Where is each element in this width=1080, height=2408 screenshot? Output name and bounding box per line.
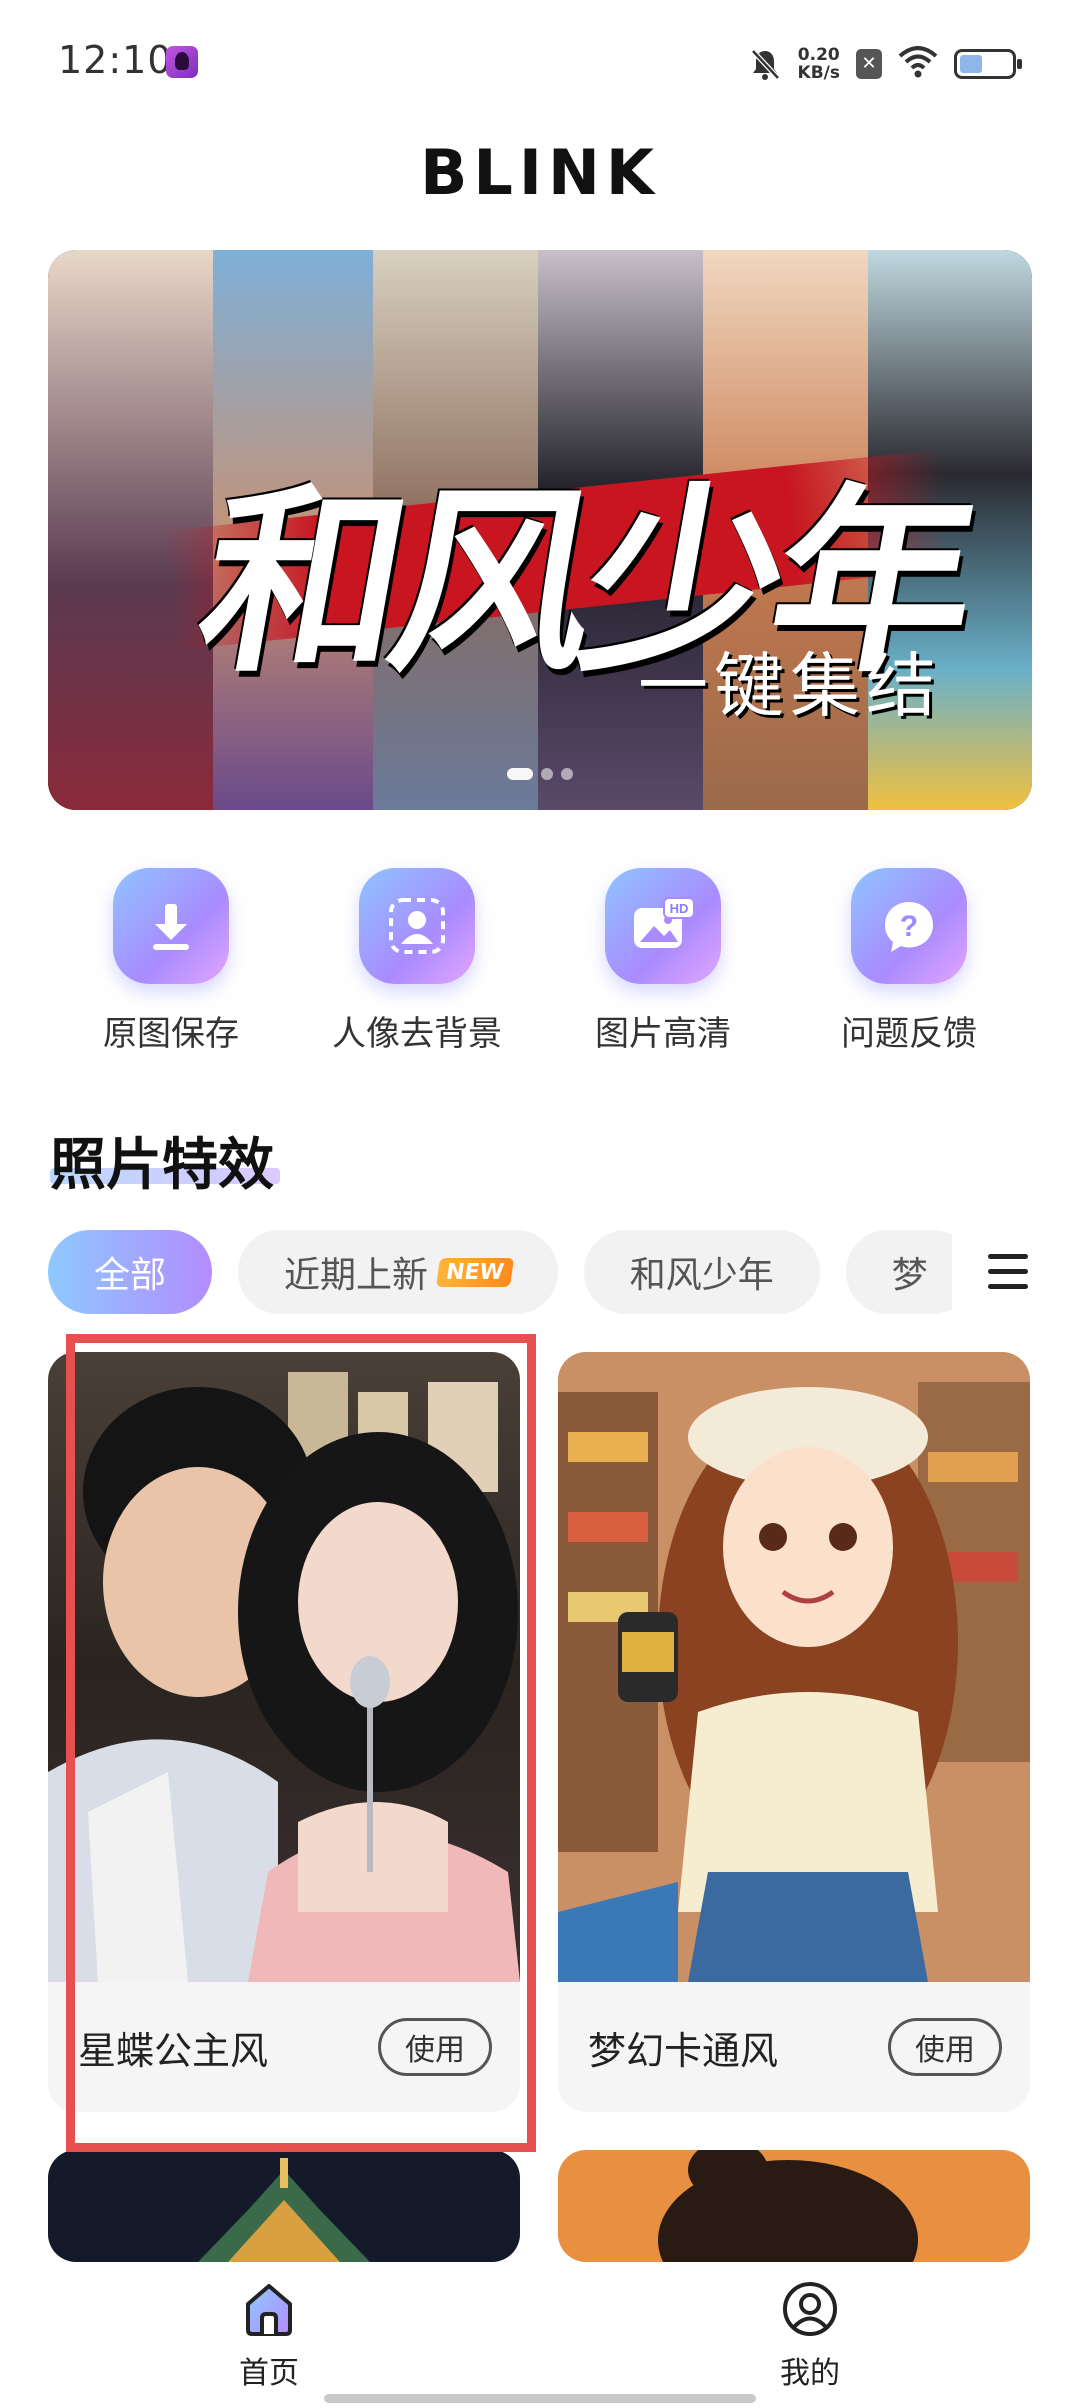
filter-tab-label: 全部 — [94, 1255, 167, 1296]
status-time: 12:10 — [58, 38, 173, 82]
filter-tab-label: 近期上新 — [284, 1255, 429, 1296]
effect-card-title: 梦幻卡通风 — [588, 2028, 779, 2073]
home-indicator[interactable] — [324, 2394, 756, 2403]
banner-dot — [541, 768, 553, 780]
use-button[interactable]: 使用 — [888, 2018, 1002, 2076]
banner-dot — [507, 768, 533, 780]
network-speed-value: 0.20 — [797, 45, 840, 65]
effect-card-footer: 梦幻卡通风 使用 — [558, 1982, 1030, 2112]
effect-preview-image — [558, 1352, 1030, 1982]
bell-muted-icon — [748, 47, 782, 81]
filter-tab-recent[interactable]: 近期上新 NEW — [238, 1230, 558, 1314]
filter-tab-label: 和风少年 — [629, 1255, 774, 1296]
promo-banner[interactable]: 和风少年 一键集结 — [48, 250, 1032, 810]
hd-image-icon: HD — [605, 868, 721, 984]
quick-action-feedback[interactable]: ? 问题反馈 — [786, 868, 1032, 1068]
quick-action-save-original[interactable]: 原图保存 — [48, 868, 294, 1068]
filter-tab-wafu[interactable]: 和风少年 — [583, 1230, 820, 1314]
quick-action-label: 图片高清 — [595, 1014, 731, 1054]
filter-tab-all[interactable]: 全部 — [48, 1230, 213, 1314]
effect-card[interactable] — [558, 2150, 1030, 2262]
quick-action-label: 问题反馈 — [841, 1014, 977, 1054]
filter-tabs: 全部 近期上新 NEW 和风少年 梦 — [48, 1230, 952, 1314]
selection-highlight — [66, 1334, 536, 2152]
effect-preview-image — [48, 2150, 520, 2262]
nav-label-home: 首页 — [239, 2356, 299, 2391]
nav-item-home[interactable]: 首页 — [189, 2280, 349, 2392]
home-icon — [240, 2280, 298, 2342]
nav-label-mine: 我的 — [780, 2356, 840, 2391]
network-speed: 0.20 KB/s — [798, 46, 840, 82]
section-title: 照片特效 — [50, 1133, 274, 1198]
download-icon — [113, 868, 229, 984]
filter-tab-partial[interactable]: 梦 — [845, 1230, 952, 1314]
nav-item-mine[interactable]: 我的 — [730, 2280, 890, 2392]
quick-actions: 原图保存 人像去背景 HD 图片高清 ? 问题反馈 — [48, 868, 1032, 1068]
portrait-icon — [359, 868, 475, 984]
category-menu-icon[interactable] — [984, 1248, 1032, 1296]
app-title: BLINK — [420, 136, 660, 209]
quick-action-label: 人像去背景 — [332, 1014, 502, 1054]
effect-card[interactable]: 梦幻卡通风 使用 — [558, 1352, 1030, 2112]
quick-action-label: 原图保存 — [103, 1014, 239, 1054]
notification-app-icon — [166, 46, 198, 78]
effect-preview-image — [558, 2150, 1030, 2262]
svg-text:?: ? — [900, 910, 918, 943]
banner-subtitle: 一键集结 — [638, 645, 942, 727]
question-icon: ? — [851, 868, 967, 984]
filter-tab-label: 梦 — [891, 1255, 928, 1296]
wifi-icon — [898, 46, 938, 82]
bottom-nav: 首页 我的 — [0, 2262, 1080, 2408]
network-speed-unit: KB/s — [797, 63, 840, 83]
svg-text:HD: HD — [670, 901, 689, 916]
new-badge: NEW — [435, 1257, 514, 1287]
no-sim-icon: ✕ — [856, 49, 882, 79]
battery-level — [960, 55, 983, 73]
profile-icon — [781, 2280, 839, 2342]
quick-action-remove-background[interactable]: 人像去背景 — [294, 868, 540, 1068]
effect-card[interactable] — [48, 2150, 520, 2262]
banner-dot — [561, 768, 573, 780]
quick-action-hd-image[interactable]: HD 图片高清 — [540, 868, 786, 1068]
status-bar: 12:10 0.20 KB/s ✕ — [0, 0, 1080, 120]
banner-pagination — [48, 768, 1032, 780]
status-icons: 0.20 KB/s ✕ — [748, 40, 1022, 88]
battery-icon — [954, 49, 1022, 79]
